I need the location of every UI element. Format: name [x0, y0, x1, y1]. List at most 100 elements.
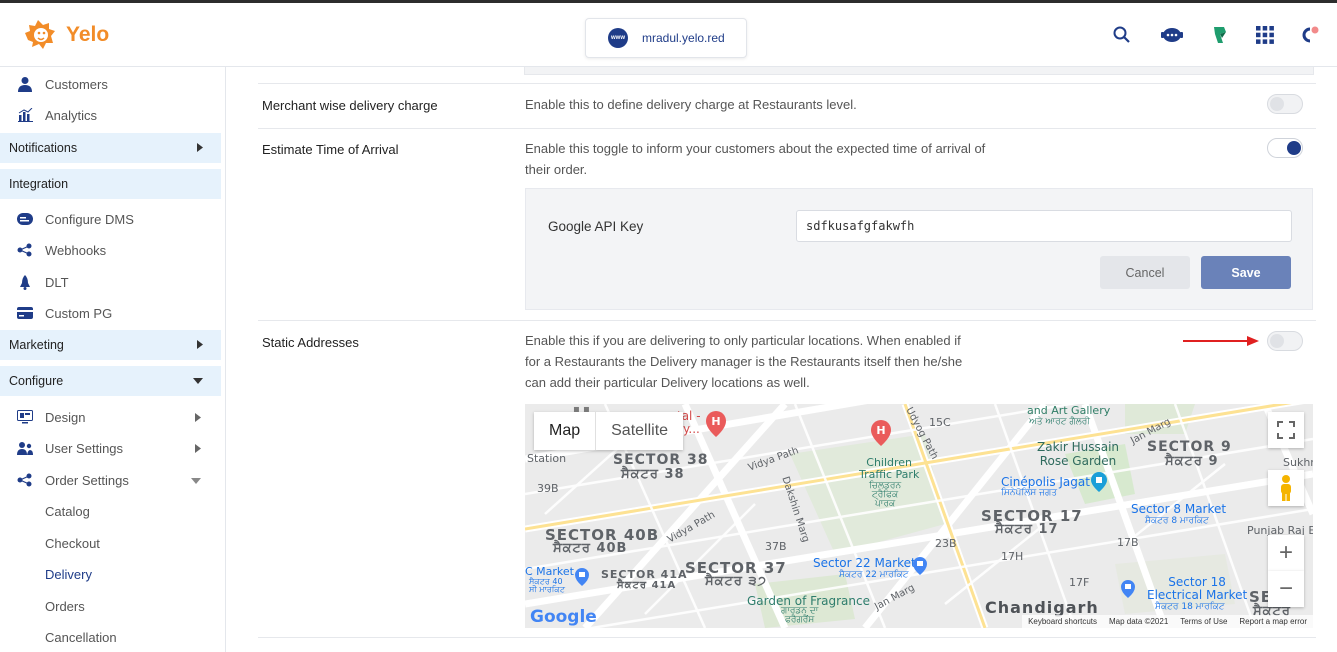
sidebar-item-label: DLT [45, 274, 69, 290]
description-line: can add their particular Delivery locati… [525, 375, 810, 390]
domain-text: mradul.yelo.red [642, 31, 725, 45]
google-api-key-panel: Google API Key Cancel Save [525, 188, 1313, 310]
save-button[interactable]: Save [1201, 256, 1291, 289]
setting-label: Merchant wise delivery charge [262, 98, 438, 113]
map-label: ਅਤੇ ਆਰਟ ਗੈਲਰੀ [1029, 417, 1091, 427]
sidebar-item-user-settings[interactable]: User Settings [0, 434, 221, 462]
api-key-label: Google API Key [548, 219, 644, 234]
map-label: and Art Gallery [1027, 404, 1111, 417]
shop-pin-icon [913, 557, 927, 575]
api-key-input[interactable] [796, 210, 1292, 242]
domain-link[interactable]: www mradul.yelo.red [585, 18, 747, 58]
notifications-icon[interactable] [1300, 25, 1320, 45]
svg-text:H: H [876, 424, 885, 437]
fullscreen-button[interactable] [1268, 412, 1304, 448]
map-label: SECTOR 9 [1147, 439, 1232, 455]
section-label: Configure [9, 374, 64, 388]
sidebar: Customers Analytics Notifications Integr… [0, 67, 226, 652]
chevron-right-icon [197, 143, 203, 152]
map-label: ਸੈਕਟਰ 38 [621, 467, 685, 482]
sidebar-item-configure-dms[interactable]: Configure DMS [0, 205, 221, 233]
map-type-satellite-button[interactable]: Satellite [595, 412, 683, 450]
sidebar-item-order-settings[interactable]: Order Settings [0, 466, 221, 494]
sidebar-item-delivery[interactable]: Delivery [0, 560, 221, 588]
red-arrow-annotation [1183, 336, 1259, 346]
setting-description: Enable this toggle to inform your custom… [525, 138, 1065, 180]
street-view-pegman[interactable] [1268, 470, 1304, 506]
sidebar-item-label: Delivery [45, 566, 92, 582]
map-label: SECTOR 38 [613, 452, 709, 468]
map-label: Sector 22 Market [813, 556, 916, 570]
brand-name: Yelo [66, 23, 110, 46]
description-line: for a Restaurants the Delivery manager i… [525, 354, 963, 369]
map-label: 15C [929, 416, 951, 429]
map-label: ਸੈਕਟਰ 22 ਮਾਰਕਿਟ [839, 570, 909, 580]
map-label: ਸੈਕਟਰ 40B [553, 541, 628, 556]
map-label: Zakir Hussain Rose Garden [1037, 440, 1120, 468]
sidebar-item-design[interactable]: Design [0, 403, 221, 431]
eta-toggle[interactable] [1267, 138, 1303, 158]
zoom-in-button[interactable]: + [1268, 535, 1304, 571]
sidebar-section-configure[interactable]: Configure [0, 366, 221, 396]
sidebar-item-webhooks[interactable]: Webhooks [0, 236, 221, 264]
chevron-down-icon [191, 478, 201, 484]
sidebar-item-label: Customers [45, 76, 108, 92]
sidebar-item-label: Catalog [45, 503, 90, 519]
map-label: Cinépolis Jagat [1001, 475, 1090, 489]
sidebar-section-marketing[interactable]: Marketing [0, 330, 221, 360]
pegman-icon [1281, 475, 1291, 501]
sidebar-item-label: Design [45, 409, 86, 425]
sidebar-item-analytics[interactable]: Analytics [0, 101, 221, 129]
map-data-text: Map data ©2021 [1109, 617, 1169, 626]
map-label: ਗਾਰਡਨ ਦਾ ਫਰੈਗਰੈਂਸ [781, 606, 819, 625]
map-label: Sector 18 Electrical Market [1147, 575, 1248, 602]
static-addresses-toggle[interactable] [1267, 331, 1303, 351]
report-error-link[interactable]: Report a map error [1239, 617, 1307, 626]
sidebar-item-catalog[interactable]: Catalog [0, 497, 221, 525]
svg-text:H: H [711, 415, 720, 428]
terms-link[interactable]: Terms of Use [1180, 617, 1227, 626]
card-icon [17, 305, 33, 321]
sidebar-section-notifications[interactable]: Notifications [0, 133, 221, 163]
map-label: ਸੈਕਟਰ 9 [1165, 454, 1219, 469]
hospital-pin-icon: H [871, 420, 891, 446]
sidebar-item-label: User Settings [45, 440, 124, 456]
map-label: ਸੈਕਟਰ 18 ਮਾਰਕਿਟ [1155, 602, 1225, 612]
map-label: ਸੈਕਟਰ ੩੭ [705, 574, 767, 589]
sidebar-item-custom-pg[interactable]: Custom PG [0, 299, 221, 327]
sidebar-item-label: Custom PG [45, 305, 113, 321]
map-label: 23B [935, 537, 957, 550]
cancel-button[interactable]: Cancel [1100, 256, 1190, 289]
sidebar-item-dlt[interactable]: DLT [0, 268, 221, 296]
apps-grid-icon[interactable] [1255, 25, 1275, 45]
sidebar-section-integration[interactable]: Integration [0, 169, 221, 199]
keyboard-shortcuts-link[interactable]: Keyboard shortcuts [1028, 617, 1097, 626]
sidebar-item-label: Checkout [45, 535, 100, 551]
map-label: ਸੈਕਟਰ 41A [617, 580, 677, 591]
marketplace-icon[interactable] [1210, 25, 1230, 45]
globe-icon: www [608, 28, 628, 48]
dms-icon [17, 211, 33, 227]
sidebar-item-checkout[interactable]: Checkout [0, 529, 221, 557]
sidebar-item-label: Configure DMS [45, 211, 134, 227]
sidebar-item-cancellation[interactable]: Cancellation [0, 623, 221, 651]
users-icon [17, 440, 33, 456]
map-label: Sector 8 Market [1131, 502, 1227, 516]
sidebar-item-orders[interactable]: Orders [0, 592, 221, 620]
sidebar-item-customers[interactable]: Customers [0, 70, 221, 98]
setting-description: Enable this to define delivery charge at… [525, 97, 857, 112]
zoom-out-button[interactable]: − [1268, 571, 1304, 607]
map-label: 37B [765, 540, 787, 553]
sidebar-item-label: Analytics [45, 107, 98, 123]
shop-pin-icon [575, 568, 589, 586]
search-icon[interactable] [1112, 25, 1132, 45]
chat-support-icon[interactable] [1160, 25, 1184, 45]
description-line: Enable this if you are delivering to onl… [525, 333, 961, 348]
brand-logo[interactable]: Yelo [22, 16, 109, 54]
google-map[interactable]: ▪ ▪ — tal - ity... H H Station SECTOR 38… [525, 404, 1313, 628]
map-label: 17H [1001, 550, 1024, 563]
setting-label: Estimate Time of Arrival [262, 142, 399, 157]
merchant-delivery-toggle[interactable] [1267, 94, 1303, 114]
map-label: 17F [1069, 576, 1090, 589]
map-type-map-button[interactable]: Map [534, 412, 595, 450]
